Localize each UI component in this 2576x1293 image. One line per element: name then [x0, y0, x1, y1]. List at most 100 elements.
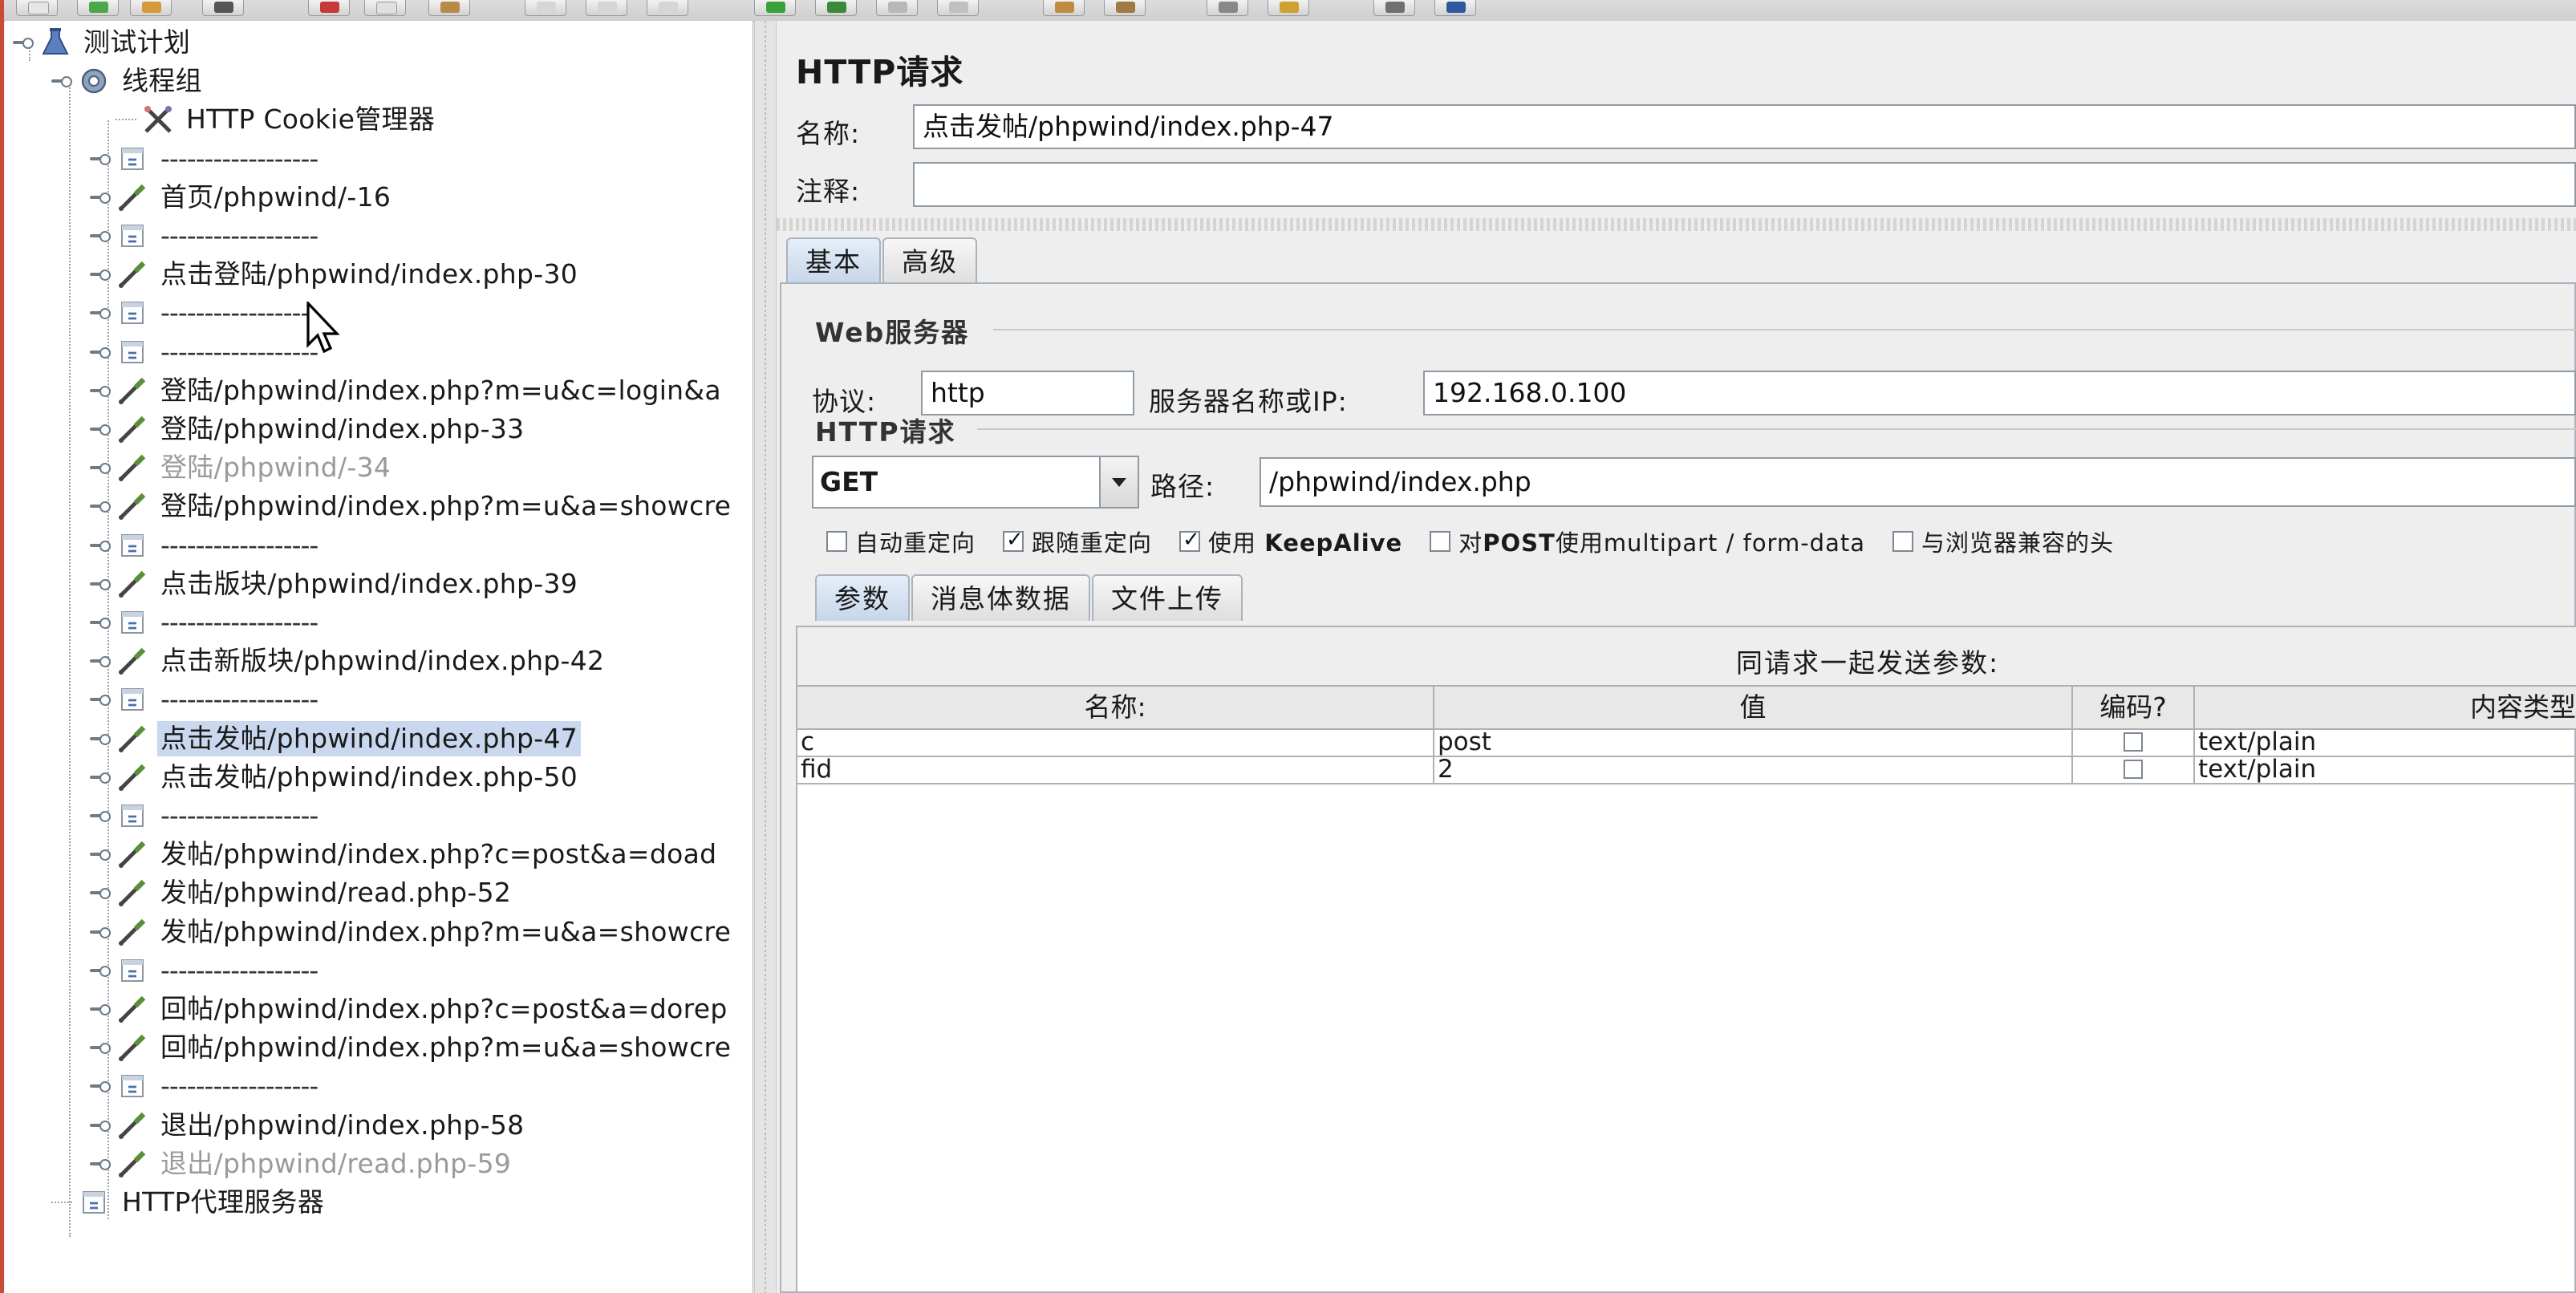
- param-value-cell[interactable]: post: [1434, 730, 2073, 757]
- browser-compatible-headers-checkbox[interactable]: [1892, 531, 1914, 552]
- column-header-encode[interactable]: 编码?: [2073, 685, 2195, 730]
- tree-node[interactable]: 登陆/phpwind/index.php-33: [90, 410, 527, 448]
- tree-node[interactable]: 登陆/phpwind/index.php?m=u&a=showcre: [90, 487, 734, 525]
- pane-splitter[interactable]: [754, 21, 777, 1293]
- expand-toggle-icon[interactable]: [90, 459, 111, 476]
- expand-toggle-icon[interactable]: [90, 575, 111, 593]
- tree-separator-node[interactable]: ------------------: [90, 951, 321, 990]
- expand-toggle-icon[interactable]: [90, 497, 111, 515]
- expand-toggle-icon[interactable]: [90, 845, 111, 863]
- column-header-content-type[interactable]: 内容类型: [2195, 685, 2576, 730]
- expand-toggle-icon[interactable]: [90, 923, 111, 941]
- path-field[interactable]: /phpwind/index.php: [1260, 457, 2576, 507]
- server-field[interactable]: 192.168.0.100: [1423, 371, 2576, 415]
- expand-toggle-icon[interactable]: [90, 614, 111, 631]
- expand-toggle-icon[interactable]: [90, 304, 111, 322]
- expand-toggle-icon[interactable]: [90, 730, 111, 748]
- table-row[interactable]: c post text/plain: [797, 730, 2576, 757]
- save-button[interactable]: [202, 0, 244, 16]
- tab-file-upload[interactable]: 文件上传: [1092, 574, 1243, 621]
- expand-toggle-icon[interactable]: [90, 382, 111, 399]
- expand-toggle-icon[interactable]: [90, 1039, 111, 1056]
- expand-toggle-icon[interactable]: [90, 420, 111, 438]
- name-field[interactable]: 点击发帖/phpwind/index.php-47: [913, 104, 2576, 149]
- expand-toggle-icon[interactable]: [13, 34, 34, 51]
- start-button[interactable]: [754, 0, 796, 16]
- param-encode-cell[interactable]: [2073, 730, 2195, 757]
- protocol-field[interactable]: http: [921, 371, 1134, 415]
- stop-button[interactable]: [876, 0, 918, 16]
- tree-separator-node[interactable]: ------------------: [90, 680, 321, 719]
- param-name-cell[interactable]: fid: [797, 757, 1434, 784]
- column-header-name[interactable]: 名称:: [797, 685, 1434, 730]
- expand-toggle-icon[interactable]: [90, 652, 111, 670]
- comment-field[interactable]: [913, 162, 2576, 207]
- method-select[interactable]: GET: [812, 456, 1139, 509]
- table-row[interactable]: fid 2 text/plain: [797, 757, 2576, 784]
- remote-stop-button[interactable]: [1104, 0, 1146, 16]
- expand-toggle-icon[interactable]: [90, 1000, 111, 1018]
- param-name-cell[interactable]: c: [797, 730, 1434, 757]
- expand-toggle-icon[interactable]: [90, 343, 111, 361]
- chevron-down-icon[interactable]: [1099, 457, 1138, 507]
- tree-separator-node[interactable]: ------------------: [90, 140, 321, 178]
- tree-node[interactable]: 首页/phpwind/-16: [90, 178, 394, 217]
- tree-node[interactable]: 点击登陆/phpwind/index.php-30: [90, 255, 581, 294]
- tree-separator-node[interactable]: ------------------: [90, 1067, 321, 1105]
- follow-redirect-checkbox[interactable]: [1003, 528, 1024, 552]
- tree-node[interactable]: HTTP代理服务器: [51, 1183, 327, 1222]
- param-content-type-cell[interactable]: text/plain: [2195, 730, 2576, 757]
- tree-separator-node[interactable]: ------------------: [90, 217, 321, 255]
- auto-redirect-checkbox[interactable]: [826, 531, 847, 552]
- expand-toggle-icon[interactable]: [90, 150, 111, 168]
- search-button[interactable]: [1373, 0, 1415, 16]
- tree-node[interactable]: 测试计划: [13, 23, 193, 62]
- tree-node[interactable]: 退出/phpwind/index.php-58: [90, 1106, 527, 1145]
- tree-separator-node[interactable]: ------------------: [90, 526, 321, 565]
- tab-body-data[interactable]: 消息体数据: [911, 574, 1090, 621]
- templates-button[interactable]: [77, 0, 119, 16]
- expand-toggle-icon[interactable]: [90, 1077, 111, 1095]
- clear-button[interactable]: [1207, 0, 1248, 16]
- tree-separator-node[interactable]: ------------------: [90, 333, 321, 371]
- tree-node[interactable]: 发帖/phpwind/index.php?m=u&a=showcre: [90, 913, 734, 951]
- tree-node[interactable]: 退出/phpwind/read.php-59: [90, 1145, 514, 1183]
- encode-checkbox[interactable]: [2124, 732, 2143, 752]
- tree-node[interactable]: 登陆/phpwind/-34: [90, 448, 394, 487]
- copy-button[interactable]: [364, 0, 406, 16]
- cut-button[interactable]: [308, 0, 350, 16]
- expand-toggle-icon[interactable]: [90, 962, 111, 979]
- collapse-divider[interactable]: [777, 218, 2576, 231]
- encode-checkbox[interactable]: [2124, 759, 2143, 779]
- tree-node[interactable]: 点击发帖/phpwind/index.php-50: [90, 758, 581, 796]
- tree-node[interactable]: 线程组: [51, 62, 205, 100]
- tab-parameters[interactable]: 参数: [815, 574, 910, 621]
- expand-toggle-icon[interactable]: [90, 1155, 111, 1173]
- expand-toggle-icon[interactable]: [90, 188, 111, 206]
- tree-node[interactable]: 登陆/phpwind/index.php?m=u&c=login&a: [90, 371, 724, 410]
- paste-button[interactable]: [428, 0, 470, 16]
- tree-node[interactable]: 发帖/phpwind/index.php?c=post&a=doad: [90, 835, 720, 873]
- tree-separator-node[interactable]: ------------------: [90, 603, 321, 642]
- expand-toggle-icon[interactable]: [90, 537, 111, 554]
- tab-advanced[interactable]: 高级: [882, 237, 977, 284]
- tree-node[interactable]: 点击发帖/phpwind/index.php-47: [90, 719, 582, 758]
- open-button[interactable]: [130, 0, 172, 16]
- param-value-cell[interactable]: 2: [1434, 757, 2073, 784]
- expand-button[interactable]: [525, 0, 566, 16]
- collapse-button[interactable]: [586, 0, 627, 16]
- param-content-type-cell[interactable]: text/plain: [2195, 757, 2576, 784]
- test-plan-tree[interactable]: 测试计划 线程组 HTTP Cookie管理器 ------------------ 首…: [5, 21, 753, 1293]
- expand-toggle-icon[interactable]: [90, 1117, 111, 1134]
- tree-node[interactable]: 点击版块/phpwind/index.php-39: [90, 565, 581, 603]
- tree-separator-node[interactable]: ------------------: [90, 294, 321, 332]
- column-header-value[interactable]: 值: [1434, 685, 2073, 730]
- tab-basic[interactable]: 基本: [786, 237, 881, 284]
- remote-start-button[interactable]: [1043, 0, 1085, 16]
- expand-toggle-icon[interactable]: [51, 72, 72, 90]
- tree-separator-node[interactable]: ------------------: [90, 796, 321, 835]
- keepalive-checkbox[interactable]: [1179, 528, 1201, 552]
- function-helper-button[interactable]: [1434, 0, 1476, 16]
- shutdown-button[interactable]: [937, 0, 979, 16]
- expand-toggle-icon[interactable]: [90, 227, 111, 245]
